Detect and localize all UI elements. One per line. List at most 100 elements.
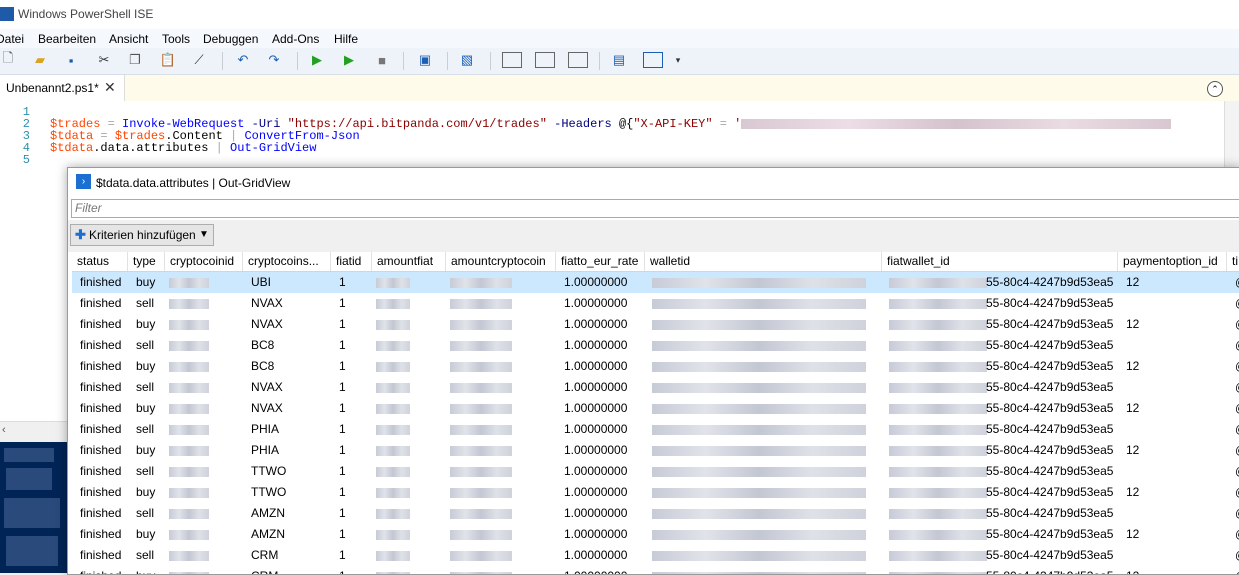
menu-datei[interactable]: Datei (0, 32, 24, 46)
table-row[interactable]: finished buy NVAX 1 1.00000000 55-80c4-4247b9… (72, 314, 1239, 335)
column-header-fiatto-eur-rate[interactable]: fiatto_eur_rate (556, 252, 645, 271)
layout-top-icon[interactable] (502, 52, 522, 68)
table-row[interactable]: finished buy PHIA 1 1.00000000 55-80c4-4247b9… (72, 440, 1239, 461)
redacted-cell (450, 362, 512, 372)
column-header-paymentoption-id[interactable]: paymentoption_id (1118, 252, 1227, 271)
clear-icon[interactable]: ⟋ (191, 52, 207, 68)
cell-type: buy (136, 401, 156, 415)
cell-type: buy (136, 317, 156, 331)
cell-ti: @ (1227, 377, 1239, 398)
redacted-cell (652, 383, 866, 393)
copy-icon[interactable]: ❐ (127, 52, 143, 68)
table-row[interactable]: finished sell TTWO 1 1.00000000 55-80c4-4247b… (72, 461, 1239, 482)
redacted-cell (376, 320, 410, 330)
cell-coin: PHIA (251, 422, 280, 436)
cell-coin: BC8 (251, 338, 275, 352)
column-header-fiatid[interactable]: fiatid (331, 252, 372, 271)
cell-fiatid: 1 (339, 443, 346, 457)
column-header-amountfiat[interactable]: amountfiat (372, 252, 446, 271)
run-script-icon[interactable]: ▶ (309, 52, 325, 68)
cell-rate: 1.00000000 (564, 380, 628, 394)
new-file-icon[interactable]: 🗋 (0, 50, 16, 68)
paste-icon[interactable]: 📋 (160, 52, 176, 68)
cell-coin: NVAX (251, 380, 283, 394)
redacted-cell (652, 341, 866, 351)
tab-unbenannt2[interactable]: Unbenannt2.ps1* ✕ (0, 75, 125, 101)
redacted-cell (450, 530, 512, 540)
start-powershell-icon[interactable]: ▧ (459, 52, 475, 68)
column-header-ti[interactable]: ti (1227, 252, 1239, 271)
table-row[interactable]: finished buy BC8 1 1.00000000 55-80c4-4247b9d… (72, 356, 1239, 377)
scroll-left-icon[interactable]: ‹ (2, 424, 6, 436)
show-commands-icon[interactable]: ▤ (611, 52, 627, 68)
table-row[interactable]: finished buy NVAX 1 1.00000000 55-80c4-4247b9… (72, 398, 1239, 419)
editor-horizontal-scrollbar[interactable]: ‹ (0, 421, 70, 442)
menu-debuggen[interactable]: Debuggen (203, 32, 258, 46)
save-icon[interactable]: ▪ (63, 52, 79, 68)
table-row[interactable]: finished sell AMZN 1 1.00000000 55-80c4-4247b… (72, 503, 1239, 524)
show-addon-icon[interactable] (643, 52, 663, 68)
cell-status: finished (80, 422, 122, 436)
cell-paymentoption-id (1118, 461, 1227, 482)
redacted-cell (450, 278, 512, 288)
redacted-cell (889, 383, 987, 393)
column-header-fiatwallet-id[interactable]: fiatwallet_id (882, 252, 1118, 271)
toolbar-separator (222, 52, 223, 70)
cut-icon[interactable]: ✂ (96, 52, 112, 68)
cell-fiatid: 1 (339, 359, 346, 373)
redacted-cell (450, 488, 512, 498)
redacted-cell (376, 446, 410, 456)
cell-ti: @ (1227, 356, 1239, 377)
redo-icon[interactable]: ↷ (266, 52, 282, 68)
column-header-amountcryptocoin[interactable]: amountcryptocoin (446, 252, 556, 271)
console-pane[interactable] (0, 442, 70, 573)
cell-fiatwallet-suffix: 55-80c4-4247b9d53ea5 (986, 443, 1114, 457)
cell-fiatid: 1 (339, 506, 346, 520)
open-folder-icon[interactable]: ▰ (32, 52, 48, 68)
cell-fiatwallet-suffix: 55-80c4-4247b9d53ea5 (986, 485, 1114, 499)
layout-max-icon[interactable] (568, 52, 588, 68)
cell-fiatwallet-suffix: 55-80c4-4247b9d53ea5 (986, 506, 1114, 520)
chevron-down-icon: ▼ (199, 229, 209, 240)
redacted-cell (450, 446, 512, 456)
table-row[interactable]: finished sell BC8 1 1.00000000 55-80c4-4247b9… (72, 335, 1239, 356)
cell-ti: @ (1227, 461, 1239, 482)
column-header-type[interactable]: type (128, 252, 165, 271)
close-icon[interactable]: ✕ (104, 79, 116, 96)
table-row[interactable]: finished sell NVAX 1 1.00000000 55-80c4-4247b… (72, 377, 1239, 398)
table-row[interactable]: finished buy TTWO 1 1.00000000 55-80c4-4247b9… (72, 482, 1239, 503)
menu-ansicht[interactable]: Ansicht (109, 32, 148, 46)
remote-session-icon[interactable]: ▣ (417, 52, 433, 68)
stop-icon[interactable]: ■ (374, 52, 390, 68)
table-row[interactable]: finished buy UBI 1 1.00000000 55-80c4-4247b9d… (72, 272, 1239, 293)
table-row[interactable]: finished sell CRM 1 1.00000000 55-80c4-4247b9… (72, 545, 1239, 566)
menu-hilfe[interactable]: Hilfe (334, 32, 358, 46)
undo-icon[interactable]: ↶ (235, 52, 251, 68)
redacted-cell (169, 425, 209, 435)
cell-ti: @ (1227, 482, 1239, 503)
table-row[interactable]: finished sell NVAX 1 1.00000000 55-80c4-4247b… (72, 293, 1239, 314)
menu-tools[interactable]: Tools (162, 32, 190, 46)
menu-add-ons[interactable]: Add-Ons (272, 32, 319, 46)
filter-input[interactable]: Filter (71, 199, 1239, 218)
menu-bearbeiten[interactable]: Bearbeiten (38, 32, 96, 46)
redacted-cell (450, 572, 512, 574)
column-header-cryptocoins[interactable]: cryptocoins... (243, 252, 331, 271)
toolbar-overflow-icon[interactable]: ▾ (670, 52, 686, 68)
run-selection-icon[interactable]: ▶ (341, 52, 357, 68)
table-row[interactable]: finished buy AMZN 1 1.00000000 55-80c4-4247b9… (72, 524, 1239, 545)
add-criteria-button[interactable]: ✚ Kriterien hinzufügen ▼ (70, 224, 214, 246)
toolbar: 🗋 ▰ ▪ ✂ ❐ 📋 ⟋ ↶ ↷ ▶ ▶ ■ ▣ ▧ ▤ ▾ (0, 48, 1239, 75)
toolbar-separator (403, 52, 404, 70)
column-header-cryptocoinid[interactable]: cryptocoinid (165, 252, 243, 271)
collapse-pane-icon[interactable]: ⌃ (1207, 81, 1223, 97)
redacted-cell (450, 383, 512, 393)
window-title: Windows PowerShell ISE (18, 7, 154, 21)
redacted-cell (376, 530, 410, 540)
cell-paymentoption-id: 12 (1126, 527, 1140, 541)
layout-right-icon[interactable] (535, 52, 555, 68)
column-header-status[interactable]: status (72, 252, 128, 271)
redacted-cell (652, 278, 866, 288)
table-row[interactable]: finished sell PHIA 1 1.00000000 55-80c4-4247b… (72, 419, 1239, 440)
column-header-walletid[interactable]: walletid (645, 252, 882, 271)
